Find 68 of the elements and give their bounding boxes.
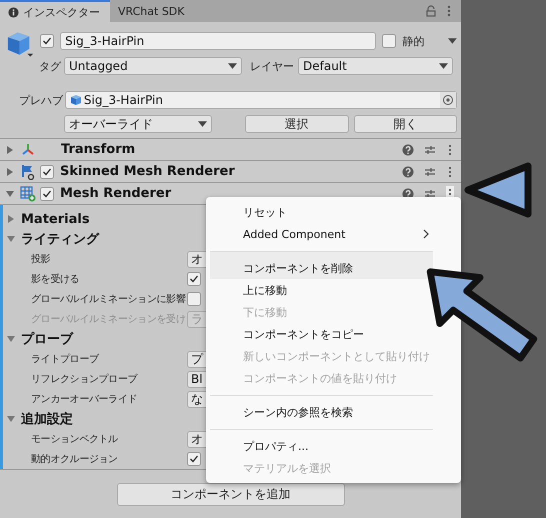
section-title: 追加設定: [21, 410, 73, 428]
target-icon[interactable]: [440, 92, 456, 108]
foldout-icon[interactable]: [7, 235, 15, 243]
component-checkbox[interactable]: [40, 164, 54, 178]
mesh-flag-icon: [20, 164, 36, 180]
prefab-button[interactable]: 開く: [354, 115, 458, 133]
property-label: ライトプローブ: [31, 352, 100, 366]
foldout-icon[interactable]: [6, 146, 14, 154]
property-label: 投影: [31, 252, 52, 266]
sliders-icon[interactable]: [424, 166, 436, 178]
static-label: 静的: [402, 34, 424, 48]
layer-dropdown[interactable]: Default: [298, 57, 453, 75]
tab[interactable]: VRChat SDK: [110, 0, 194, 22]
help-icon[interactable]: [402, 166, 414, 178]
lock-icon[interactable]: [425, 5, 437, 17]
dropdown-arrow-icon: [228, 63, 237, 69]
chevron-right-icon: [423, 229, 429, 239]
active-checkbox[interactable]: [40, 34, 54, 48]
overrides-dropdown[interactable]: オーバーライド: [64, 115, 212, 133]
menu-item[interactable]: コンポーネントを削除: [210, 251, 433, 279]
sliders-icon[interactable]: [424, 144, 436, 156]
section-title: Materials: [21, 212, 90, 226]
component-name: Mesh Renderer: [60, 186, 172, 201]
component-name: Skinned Mesh Renderer: [60, 164, 235, 179]
section-title: ライティング: [21, 231, 99, 248]
property-label: 動的オクルージョン: [31, 453, 119, 466]
help-icon[interactable]: [402, 144, 414, 156]
sliders-icon[interactable]: [424, 188, 436, 200]
tag-label: タグ: [39, 58, 62, 74]
prefab-button[interactable]: 選択: [244, 115, 348, 133]
prefab-label: プレハブ: [19, 92, 64, 108]
dropdown-arrow-icon: [198, 121, 207, 127]
menu-item[interactable]: コンポーネントをコピー: [210, 323, 433, 345]
dropdown-arrow-icon[interactable]: [448, 38, 458, 44]
prefab-field[interactable]: Sig_3-HairPin: [64, 91, 457, 109]
layer-label: レイヤー: [250, 58, 295, 74]
property-checkbox[interactable]: [187, 292, 201, 306]
tag-dropdown[interactable]: Untagged: [64, 57, 242, 75]
dropdown-arrow-icon: [439, 63, 448, 69]
property-label: グローバルイルミネーションを受け: [31, 312, 186, 326]
foldout-icon[interactable]: [7, 415, 15, 423]
foldout-icon[interactable]: [7, 215, 15, 223]
component-name: Transform: [61, 142, 136, 157]
cube-icon: [70, 94, 82, 106]
axes-icon: [20, 142, 36, 158]
section-title: プローブ: [21, 330, 73, 348]
tab[interactable]: インスペクター: [0, 0, 110, 22]
add-component-button[interactable]: コンポーネントを追加: [116, 482, 344, 506]
foldout-icon[interactable]: [7, 335, 15, 343]
foldout-icon[interactable]: [6, 168, 14, 176]
name-field[interactable]: Sig_3-HairPin: [60, 32, 376, 50]
property-checkbox[interactable]: [187, 452, 201, 466]
menu-item[interactable]: 上に移動: [210, 279, 433, 301]
property-label: グローバルイルミネーションに影響: [31, 292, 186, 306]
more-icon[interactable]: [447, 5, 451, 17]
menu-item[interactable]: Added Component: [210, 223, 433, 245]
property-checkbox[interactable]: [187, 272, 201, 286]
menu-item[interactable]: シーン内の参照を検索: [210, 395, 433, 423]
grid-icon: [20, 186, 36, 202]
property-label: 影を受ける: [31, 272, 80, 286]
property-label: アンカーオーバーライド: [31, 393, 138, 406]
property-label: モーションベクトル: [31, 433, 119, 446]
foldout-icon[interactable]: [6, 190, 14, 198]
menu-item[interactable]: プロパティ...: [210, 429, 433, 457]
component-checkbox[interactable]: [40, 186, 54, 200]
static-checkbox[interactable]: [382, 34, 396, 48]
property-label: リフレクションプローブ: [31, 372, 138, 386]
info-icon: [8, 6, 19, 18]
